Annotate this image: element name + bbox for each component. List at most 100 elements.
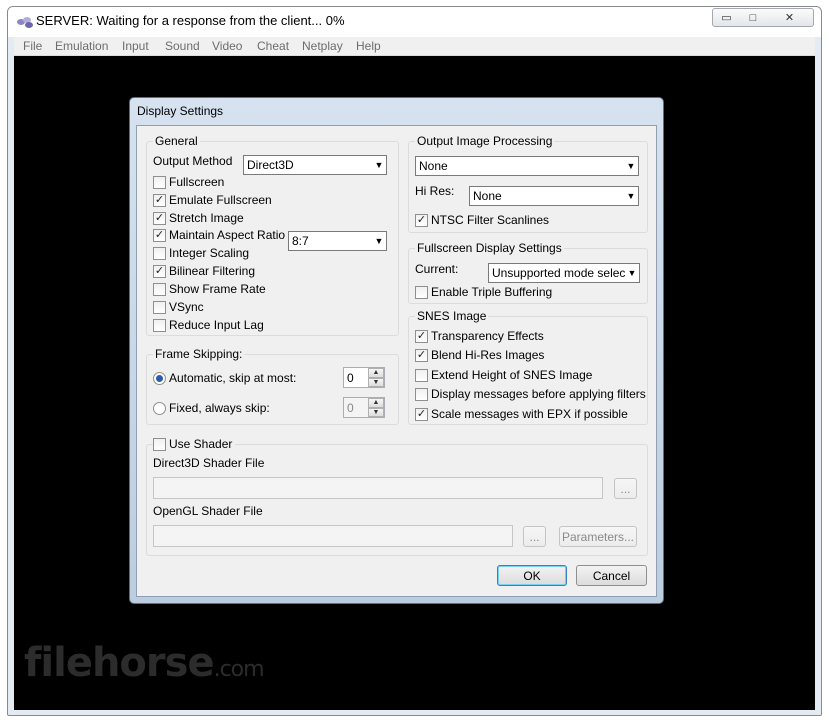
opengl-browse-button[interactable]: ... [523,526,546,547]
stretch-image-checkbox[interactable]: ✓ Stretch Image [153,211,244,225]
menu-help[interactable]: Help [356,39,381,53]
shader-group: Use Shader Direct3D Shader File ... Open… [146,437,648,556]
checkmark-icon[interactable]: ✓ [415,407,428,421]
maximize-icon: □ [749,11,757,24]
output-filter-combo[interactable]: None ▼ [415,156,639,176]
minimize-button[interactable]: ▭ [712,8,741,27]
direct3d-shader-input[interactable] [153,477,603,499]
chevron-down-icon: ▼ [374,236,384,246]
checkbox-box[interactable] [153,300,166,314]
chevron-down-icon: ▼ [374,160,384,170]
auto-skip-stepper[interactable]: 0 ▲ ▼ [343,367,385,388]
aspect-ratio-combo[interactable]: 8:7 ▼ [288,231,387,251]
extend-height-checkbox[interactable]: Extend Height of SNES Image [415,368,592,382]
hi-res-combo[interactable]: None ▼ [469,186,639,206]
checkbox-box[interactable] [153,437,166,451]
spin-up-icon[interactable]: ▲ [368,368,384,378]
menu-bar: File Emulation Input Sound Video Cheat N… [14,37,815,56]
frame-skipping-title: Frame Skipping: [153,347,245,361]
fullscreen-display-settings-group: Fullscreen Display Settings Current: Uns… [408,241,648,304]
checkbox-box[interactable] [415,387,428,401]
automatic-skip-radio[interactable]: Automatic, skip at most: [153,371,296,385]
output-image-processing-title: Output Image Processing [415,134,555,148]
checkbox-box[interactable] [415,368,428,382]
checkbox-box[interactable] [153,282,166,296]
checkmark-icon[interactable]: ✓ [415,348,428,362]
current-mode-combo[interactable]: Unsupported mode selected ▼ [488,263,640,283]
triple-buffering-checkbox[interactable]: Enable Triple Buffering [415,285,552,299]
dialog-body: General Output Method Direct3D ▼ Fullscr… [136,125,657,597]
checkmark-icon[interactable]: ✓ [153,264,166,278]
snes-image-group: SNES Image ✓ Transparency Effects ✓ Blen… [408,309,648,425]
fixed-skip-stepper[interactable]: 0 ▲ ▼ [343,397,385,418]
spin-down-icon[interactable]: ▼ [368,407,384,417]
fullscreen-display-settings-title: Fullscreen Display Settings [415,241,564,255]
maximize-button[interactable]: □ [740,8,767,27]
bilinear-filtering-checkbox[interactable]: ✓ Bilinear Filtering [153,264,255,278]
opengl-shader-input[interactable] [153,525,513,547]
watermark-suffix: .com [213,657,265,682]
direct3d-shader-label: Direct3D Shader File [153,456,265,470]
frame-skipping-group: Frame Skipping: Automatic, skip at most:… [146,347,399,425]
checkmark-icon[interactable]: ✓ [415,329,428,343]
fullscreen-checkbox[interactable]: Fullscreen [153,175,224,189]
app-icon [17,17,33,28]
ok-button[interactable]: OK [497,565,567,586]
display-messages-before-filters-checkbox[interactable]: Display messages before applying filters [415,387,646,401]
spin-down-icon[interactable]: ▼ [368,377,384,387]
current-mode-label: Current: [415,262,459,276]
reduce-input-lag-checkbox[interactable]: Reduce Input Lag [153,318,264,332]
scale-messages-epx-checkbox[interactable]: ✓ Scale messages with EPX if possible [415,407,628,421]
title-bar: SERVER: Waiting for a response from the … [8,7,821,37]
watermark-main: filehorse [24,640,215,686]
snes-image-title: SNES Image [415,309,489,323]
close-button[interactable]: ✕ [766,8,814,27]
menu-file[interactable]: File [23,39,42,53]
close-icon: ✕ [784,12,795,24]
spin-up-icon[interactable]: ▲ [368,398,384,408]
maintain-aspect-ratio-checkbox[interactable]: ✓ Maintain Aspect Ratio [153,228,285,242]
general-group-title: General [153,134,200,148]
vsync-checkbox[interactable]: VSync [153,300,204,314]
checkmark-icon[interactable]: ✓ [415,213,428,227]
radio-button[interactable] [153,401,166,415]
radio-dot [156,374,163,382]
display-settings-dialog: Display Settings General Output Method D… [129,97,664,604]
direct3d-browse-button[interactable]: ... [614,478,637,499]
menu-input[interactable]: Input [122,39,149,53]
checkbox-box[interactable] [415,285,428,299]
window-title: SERVER: Waiting for a response from the … [36,13,345,28]
parameters-button[interactable]: Parameters... [559,526,637,547]
checkmark-icon[interactable]: ✓ [153,228,166,242]
transparency-effects-checkbox[interactable]: ✓ Transparency Effects [415,329,544,343]
integer-scaling-checkbox[interactable]: Integer Scaling [153,246,249,260]
fixed-skip-radio[interactable]: Fixed, always skip: [153,401,270,415]
cancel-button[interactable]: Cancel [576,565,647,586]
radio-button[interactable] [153,371,166,385]
checkbox-box[interactable] [153,318,166,332]
output-method-combo[interactable]: Direct3D ▼ [243,155,387,175]
menu-emulation[interactable]: Emulation [55,39,108,53]
opengl-shader-label: OpenGL Shader File [153,504,263,518]
chevron-down-icon: ▼ [626,161,636,171]
checkbox-box[interactable] [153,175,166,189]
emulate-fullscreen-checkbox[interactable]: ✓ Emulate Fullscreen [153,193,272,207]
minimize-icon: ▭ [721,12,732,24]
ntsc-filter-scanlines-checkbox[interactable]: ✓ NTSC Filter Scanlines [415,213,549,227]
blend-hi-res-checkbox[interactable]: ✓ Blend Hi-Res Images [415,348,544,362]
output-image-processing-group: Output Image Processing None ▼ Hi Res: N… [408,134,648,233]
checkmark-icon[interactable]: ✓ [153,211,166,225]
dialog-title: Display Settings [137,104,224,118]
chevron-down-icon: ▼ [627,268,637,278]
menu-video[interactable]: Video [212,39,242,53]
menu-cheat[interactable]: Cheat [257,39,289,53]
menu-netplay[interactable]: Netplay [302,39,343,53]
checkmark-icon[interactable]: ✓ [153,193,166,207]
watermark-logo: filehorse.com [24,640,265,686]
checkbox-box[interactable] [153,246,166,260]
show-frame-rate-checkbox[interactable]: Show Frame Rate [153,282,266,296]
menu-sound[interactable]: Sound [165,39,200,53]
use-shader-checkbox[interactable]: Use Shader [153,437,236,451]
general-group: General Output Method Direct3D ▼ Fullscr… [146,134,399,336]
hi-res-label: Hi Res: [415,184,455,198]
